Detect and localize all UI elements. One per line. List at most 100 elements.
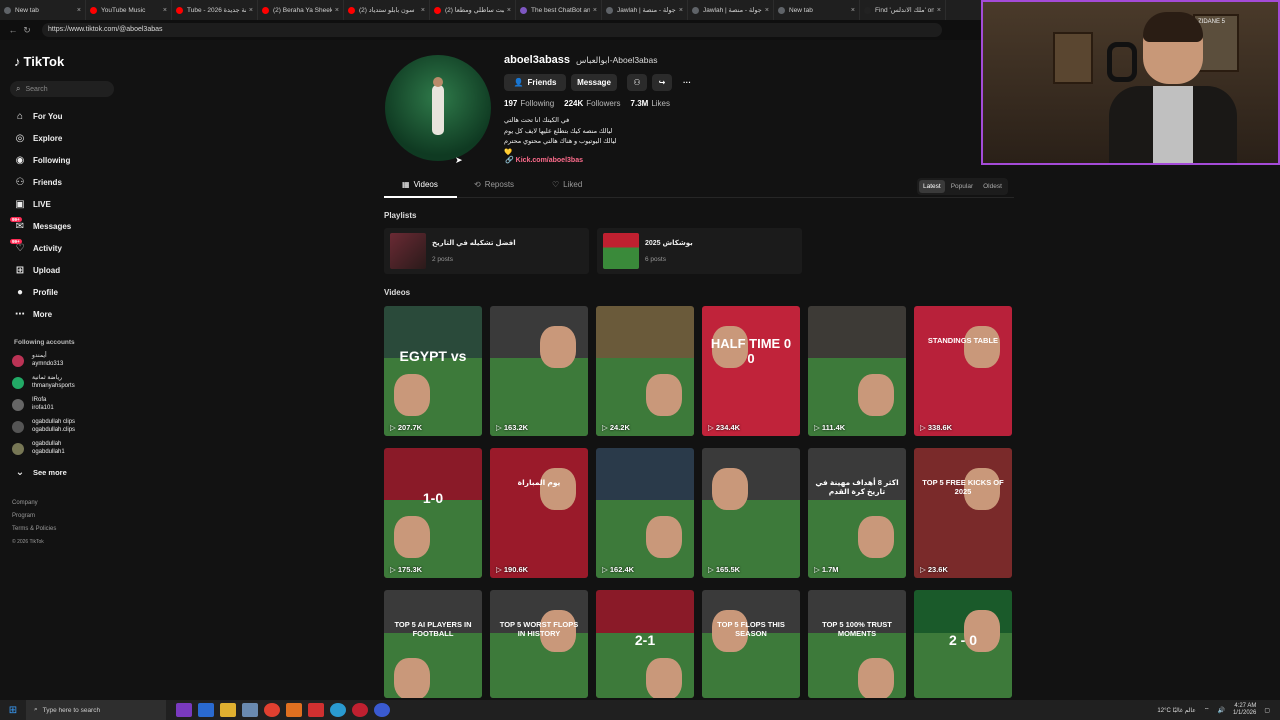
following-account[interactable]: ogabdullah clips ogabdullah.clips: [12, 419, 75, 434]
video-card[interactable]: TOP 5 FREE KICKS OF 2025 ▷ 23.6K: [914, 448, 1012, 578]
friends-button[interactable]: 👤 Friends: [504, 74, 566, 91]
wifi-icon[interactable]: ⌔: [1204, 706, 1210, 714]
following-account[interactable]: ogabdullah ogabdullah1: [12, 441, 65, 456]
back-icon[interactable]: ←: [6, 25, 20, 35]
footer-link[interactable]: Program: [12, 513, 35, 519]
video-card[interactable]: HALF TIME 0 0 ▷ 234.4K: [702, 306, 800, 436]
video-card[interactable]: ▷ 165.5K: [702, 448, 800, 578]
video-card[interactable]: TOP 5 AI PLAYERS IN FOOTBALL: [384, 590, 482, 698]
share-icon[interactable]: ↪: [652, 74, 672, 91]
sidebar-item-explore[interactable]: ◎ Explore: [14, 130, 63, 146]
video-card[interactable]: TOP 5 100% TRUST MOMENTS: [808, 590, 906, 698]
volume-icon[interactable]: 🔊: [1217, 707, 1224, 714]
sidebar-item-profile[interactable]: ● Profile: [14, 284, 58, 300]
sidebar-item-more[interactable]: ⋯ More: [14, 306, 52, 322]
video-card[interactable]: يوم المباراة ▷ 190.6K: [490, 448, 588, 578]
app-icon[interactable]: [242, 703, 258, 717]
app-icon[interactable]: [198, 703, 214, 717]
taskbar-search[interactable]: ⌕ Type here to search: [26, 700, 166, 720]
browser-tab[interactable]: (2) بالبت ساطلي ومطعا×: [430, 0, 516, 20]
windows-start-icon[interactable]: ⊞: [0, 705, 26, 716]
edge-icon[interactable]: [330, 703, 346, 717]
video-card[interactable]: EGYPT vs ▷ 207.7K: [384, 306, 482, 436]
close-tab-icon[interactable]: ×: [421, 7, 425, 14]
browser-tab[interactable]: Jawlah | جولة - منصة ×: [688, 0, 774, 20]
followers-stat[interactable]: 224K Followers: [564, 99, 620, 108]
video-card[interactable]: 2 - 0: [914, 590, 1012, 698]
browser-tab[interactable]: The best ChatBot and ×: [516, 0, 602, 20]
sidebar-item-upload[interactable]: ⊞ Upload: [14, 262, 60, 278]
video-views: ▷ 207.7K: [390, 423, 422, 432]
playlist-card[interactable]: بوشكاش 2025 6 posts: [597, 228, 802, 274]
video-card[interactable]: STANDINGS TABLE ▷ 338.6K: [914, 306, 1012, 436]
video-card[interactable]: TOP 5 WORST FLOPS IN HISTORY: [490, 590, 588, 698]
reload-icon[interactable]: ↻: [20, 25, 34, 36]
close-tab-icon[interactable]: ×: [765, 7, 769, 14]
app-icon[interactable]: [176, 703, 192, 717]
chrome-icon[interactable]: [264, 703, 280, 717]
video-card[interactable]: ▷ 24.2K: [596, 306, 694, 436]
browser-tab[interactable]: New tab ×: [774, 0, 860, 20]
sidebar-item-friends[interactable]: ⚇ Friends: [14, 174, 62, 190]
close-tab-icon[interactable]: ×: [335, 7, 339, 14]
app-icon[interactable]: [352, 703, 368, 717]
sidebar-item-activity[interactable]: ♡ 99+ Activity: [10, 239, 62, 256]
sort-popular[interactable]: Popular: [947, 180, 977, 193]
video-card[interactable]: ▷ 163.2K: [490, 306, 588, 436]
weather-text[interactable]: 12°C عالم غالبًا: [1157, 707, 1195, 714]
video-card[interactable]: TOP 5 FLOPS THIS SEASON: [702, 590, 800, 698]
sort-oldest[interactable]: Oldest: [979, 180, 1006, 193]
browser-tab[interactable]: (2) Beraha Ya Sheekha×: [258, 0, 344, 20]
playlist-card[interactable]: افضل تشكيله في التاريخ 2 posts: [384, 228, 589, 274]
browser-tab[interactable]: (2) سون بابلو ستدياد ×: [344, 0, 430, 20]
sidebar-item-following[interactable]: ◉ Following: [14, 152, 71, 168]
sort-latest[interactable]: Latest: [919, 180, 945, 193]
bio-line: في الكيتك انا تحت هالتي: [504, 117, 570, 124]
add-friend-icon[interactable]: ⚇: [627, 74, 647, 91]
message-button[interactable]: Message: [571, 74, 617, 91]
browser-tab[interactable]: Find 'ملك الاندلس' on ×: [860, 0, 946, 20]
video-card[interactable]: 1-0 ▷ 175.3K: [384, 448, 482, 578]
search-input[interactable]: ⌕ Search: [10, 81, 114, 97]
sidebar-item-for-you[interactable]: ⌂ For You: [14, 108, 63, 124]
app-icon[interactable]: [308, 703, 324, 717]
tab-reposts[interactable]: ⟲ Reposts: [474, 180, 514, 189]
close-tab-icon[interactable]: ×: [163, 7, 167, 14]
footer-link[interactable]: Terms & Policies: [12, 526, 56, 532]
browser-tab[interactable]: Tube - 2026 سنة جديدة×: [172, 0, 258, 20]
video-card[interactable]: اكثر 8 أهداف مهينة في تاريخ كرة القدم ▷ 1…: [808, 448, 906, 578]
footer-link[interactable]: Company: [12, 500, 38, 506]
more-options-icon[interactable]: ···: [677, 74, 697, 91]
url-field[interactable]: https://www.tiktok.com/@aboel3abas: [42, 23, 942, 37]
tiktok-logo[interactable]: ♪ TikTok: [14, 54, 64, 69]
close-tab-icon[interactable]: ×: [593, 7, 597, 14]
video-card[interactable]: 2-1: [596, 590, 694, 698]
following-account[interactable]: أيمندو aymndo313: [12, 353, 63, 368]
browser-tab[interactable]: Jawlah | جولة - منصة ×: [602, 0, 688, 20]
app-icon[interactable]: [374, 703, 390, 717]
notification-icon[interactable]: ▢: [1264, 707, 1270, 714]
video-card[interactable]: ▷ 162.4K: [596, 448, 694, 578]
following-account[interactable]: IRofa irofa101: [12, 397, 54, 412]
close-tab-icon[interactable]: ×: [249, 7, 253, 14]
close-tab-icon[interactable]: ×: [937, 7, 941, 14]
browser-tab[interactable]: YouTube Music ×: [86, 0, 172, 20]
following-stat[interactable]: 197 Following: [504, 99, 554, 108]
tab-videos[interactable]: ▦ Videos: [402, 180, 438, 189]
browser-tab[interactable]: New tab ×: [0, 0, 86, 20]
tab-liked[interactable]: ♡ Liked: [552, 180, 582, 189]
app-icon[interactable]: [286, 703, 302, 717]
sidebar-item-live[interactable]: ▣ LIVE: [14, 196, 51, 212]
folder-icon[interactable]: [220, 703, 236, 717]
close-tab-icon[interactable]: ×: [679, 7, 683, 14]
sidebar-item-messages[interactable]: ✉ 99+ Messages: [10, 217, 71, 234]
clock[interactable]: 4:27 AM 1/1/2026: [1233, 703, 1256, 717]
following-account[interactable]: رياضة ثمانية thmanyahsports: [12, 375, 75, 390]
video-card[interactable]: ▷ 111.4K: [808, 306, 906, 436]
close-tab-icon[interactable]: ×: [851, 7, 855, 14]
see-more-button[interactable]: ⌄ See more: [14, 464, 67, 480]
close-tab-icon[interactable]: ×: [77, 7, 81, 14]
close-tab-icon[interactable]: ×: [507, 7, 511, 14]
profile-avatar[interactable]: [385, 55, 491, 161]
bio-link[interactable]: 🔗 Kick.com/aboel3bas: [505, 156, 583, 164]
